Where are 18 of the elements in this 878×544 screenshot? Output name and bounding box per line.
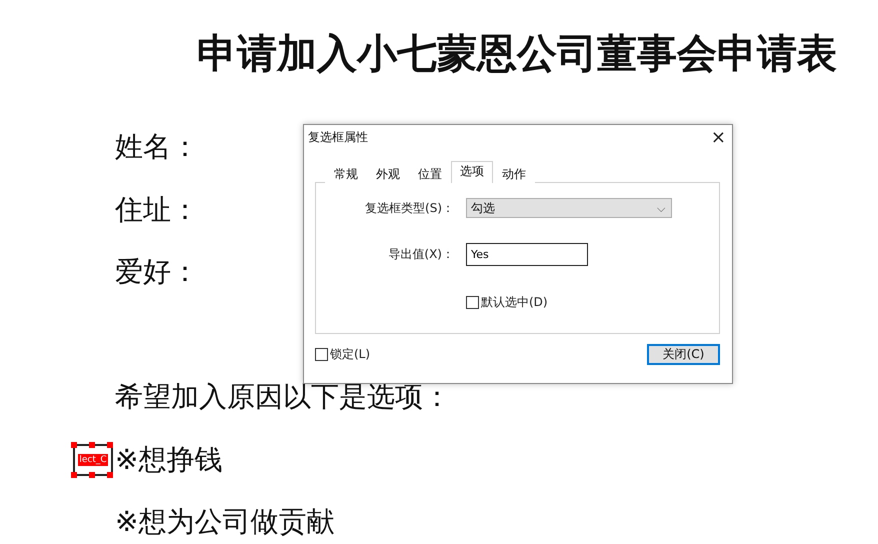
field-label: 复选框类型(S)： <box>365 200 455 216</box>
checkbox[interactable]: 默认选中(D) <box>466 294 719 310</box>
option-text: ※想为公司做贡献 <box>115 504 334 540</box>
field-label: 姓名： <box>115 129 199 166</box>
input-field[interactable]: Yes <box>466 242 588 266</box>
field-label: 住址： <box>115 192 199 228</box>
document-title: 申请加入小七蒙恩公司董事会申请表 <box>197 30 838 79</box>
close-dialog-button[interactable]: 关闭(C) <box>647 344 720 365</box>
checkbox[interactable]: 锁定(L) <box>315 346 370 363</box>
dialog-title: 复选框属性 <box>308 128 368 146</box>
option-text: ※想挣钱 <box>115 442 222 478</box>
type-dropdown[interactable]: 勾选 ⌵ <box>466 198 672 218</box>
close-button[interactable]: × <box>710 126 726 148</box>
field-label: 爱好： <box>115 254 199 290</box>
field-label: 希望加入原因以下是选项： <box>115 379 451 416</box>
tab[interactable]: 选项 <box>451 161 493 183</box>
field-label: 导出值(X)： <box>388 246 455 262</box>
form-field[interactable]: lect_C <box>73 444 113 476</box>
